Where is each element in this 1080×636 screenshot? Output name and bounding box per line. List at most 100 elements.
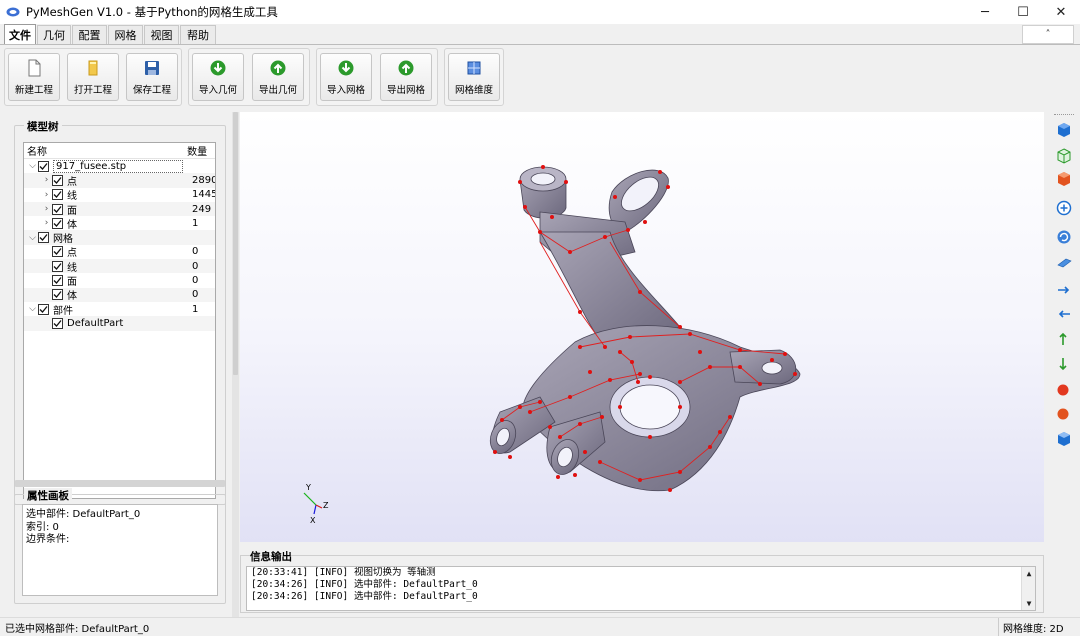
checkbox[interactable]: [52, 174, 63, 186]
view-toolbar: [1048, 112, 1080, 612]
prop-selected-part: 选中部件: DefaultPart_0: [26, 509, 141, 520]
check-icon: [39, 162, 48, 170]
scroll-up-arrow-icon[interactable]: ▲: [1022, 567, 1035, 580]
tree-item-default-part[interactable]: DefaultPart: [24, 316, 215, 331]
check-icon: [53, 319, 62, 327]
checkbox[interactable]: [52, 203, 63, 215]
left-panel: 模型树 名称 数量 ⌵ 917_fusee.stp › 点 2890 › 线 1…: [0, 110, 232, 615]
checkbox[interactable]: [52, 246, 63, 258]
checkbox[interactable]: [52, 317, 63, 329]
tree-item-faces[interactable]: › 面 249: [24, 201, 215, 217]
maximize-button[interactable]: ☐: [1004, 0, 1042, 24]
check-icon: [53, 177, 62, 184]
view-plane-icon[interactable]: [1055, 254, 1073, 272]
checkbox[interactable]: [38, 160, 49, 172]
new-file-icon: [28, 59, 41, 77]
checkbox[interactable]: [52, 260, 63, 272]
close-button[interactable]: ✕: [1042, 0, 1080, 24]
properties-title: 属性画板: [24, 488, 72, 503]
view-solid-cube-icon[interactable]: [1055, 170, 1073, 188]
new-project-button[interactable]: 新建工程: [8, 53, 60, 101]
view-x-positive-icon[interactable]: [1055, 280, 1073, 298]
chevron-down-icon[interactable]: ⌵: [27, 304, 38, 314]
tree-item-parts[interactable]: ⌵ 部件 1: [24, 302, 215, 317]
knuckle-model[interactable]: [486, 166, 801, 492]
tree-item-mesh-bodies[interactable]: 体 0: [24, 287, 215, 302]
chevron-right-icon[interactable]: ›: [41, 218, 52, 228]
log-line: [20:34:26] [INFO] 选中部件: DefaultPart_0: [251, 591, 478, 602]
3d-viewport[interactable]: Y X Z: [240, 112, 1044, 542]
view-front-cube-icon[interactable]: [1055, 121, 1073, 139]
tree-item-points[interactable]: › 点 2890: [24, 173, 215, 188]
model-render[interactable]: Y X Z: [240, 112, 1044, 542]
view-x-negative-icon[interactable]: [1055, 304, 1073, 322]
checkbox[interactable]: [52, 275, 63, 287]
panel-splitter-horizontal[interactable]: [15, 480, 225, 487]
view-isometric-icon[interactable]: [1055, 430, 1073, 448]
info-log[interactable]: [20:33:41] [INFO] 视图切换为 等轴测 [20:34:26] […: [246, 566, 1036, 611]
check-icon: [53, 262, 62, 270]
open-project-button[interactable]: 打开工程: [67, 53, 119, 101]
view-z-negative-icon[interactable]: [1055, 404, 1073, 422]
zoom-fit-icon[interactable]: [1055, 199, 1073, 217]
mesh-grid-icon: [467, 61, 481, 75]
tab-help[interactable]: 帮助: [180, 25, 216, 44]
checkbox[interactable]: [38, 303, 49, 315]
chevron-right-icon[interactable]: ›: [41, 175, 52, 185]
header-count[interactable]: 数量: [187, 143, 215, 158]
tab-view[interactable]: 视图: [144, 25, 179, 44]
check-icon: [53, 205, 62, 213]
tree-item-bodies[interactable]: › 体 1: [24, 216, 215, 231]
status-mesh-dimension: 网格维度: 2D: [998, 618, 1080, 636]
export-geometry-button[interactable]: 导出几何: [252, 53, 304, 101]
rotate-view-icon[interactable]: [1055, 228, 1073, 246]
log-scrollbar[interactable]: ▲ ▼: [1021, 567, 1035, 610]
tab-file[interactable]: 文件: [4, 24, 36, 44]
tab-config[interactable]: 配置: [72, 25, 107, 44]
checkbox[interactable]: [38, 232, 49, 244]
tree-item-geometry-file[interactable]: ⌵ 917_fusee.stp: [24, 159, 215, 173]
log-line: [20:34:26] [INFO] 选中部件: DefaultPart_0: [251, 579, 478, 590]
save-disk-icon: [145, 61, 159, 75]
view-z-positive-icon[interactable]: [1055, 380, 1073, 398]
tree-item-lines[interactable]: › 线 1445: [24, 188, 215, 202]
view-y-positive-icon[interactable]: [1055, 330, 1073, 348]
mesh-dimension-button[interactable]: 网格维度: [448, 53, 500, 101]
minimize-button[interactable]: ─: [966, 0, 1004, 24]
panel-splitter-vertical[interactable]: [232, 112, 239, 617]
ribbon-group-project: 新建工程 打开工程 保存工程: [4, 48, 182, 106]
save-project-button[interactable]: 保存工程: [126, 53, 178, 101]
status-bar: 已选中网格部件: DefaultPart_0 网格维度: 2D: [0, 617, 1080, 636]
export-mesh-button[interactable]: 导出网格: [380, 53, 432, 101]
tree-item-mesh[interactable]: ⌵ 网格: [24, 230, 215, 245]
model-tree-title: 模型树: [24, 119, 62, 134]
chevron-down-icon[interactable]: ⌵: [27, 233, 38, 243]
axis-z-label: Z: [323, 501, 329, 510]
import-mesh-button[interactable]: 导入网格: [320, 53, 372, 101]
arrow-down-circle-icon: [338, 60, 354, 76]
tab-geometry[interactable]: 几何: [37, 25, 71, 44]
ribbon-collapse-button[interactable]: ˄: [1022, 25, 1074, 44]
chevron-right-icon[interactable]: ›: [41, 190, 52, 200]
tree-item-mesh-points[interactable]: 点 0: [24, 245, 215, 259]
view-wireframe-cube-icon[interactable]: [1055, 147, 1073, 165]
model-tree[interactable]: 名称 数量 ⌵ 917_fusee.stp › 点 2890 › 线 1445 …: [23, 142, 216, 499]
chevron-right-icon[interactable]: ›: [41, 204, 52, 214]
info-output-title: 信息输出: [250, 551, 292, 563]
tab-mesh[interactable]: 网格: [108, 25, 143, 44]
header-name[interactable]: 名称: [24, 143, 187, 158]
check-icon: [53, 219, 62, 227]
scroll-down-arrow-icon[interactable]: ▼: [1022, 597, 1035, 610]
tree-item-mesh-faces[interactable]: 面 0: [24, 273, 215, 288]
import-geometry-button[interactable]: 导入几何: [192, 53, 244, 101]
checkbox[interactable]: [52, 217, 63, 229]
checkbox[interactable]: [52, 289, 63, 301]
folder-icon: [88, 60, 98, 76]
prop-boundary-condition: 边界条件:: [26, 534, 70, 545]
chevron-down-icon[interactable]: ⌵: [27, 161, 38, 171]
axis-x-label: X: [310, 516, 316, 525]
checkbox[interactable]: [52, 189, 63, 201]
tree-item-mesh-lines[interactable]: 线 0: [24, 259, 215, 274]
prop-index: 索引: 0: [26, 521, 59, 533]
view-y-negative-icon[interactable]: [1055, 355, 1073, 373]
